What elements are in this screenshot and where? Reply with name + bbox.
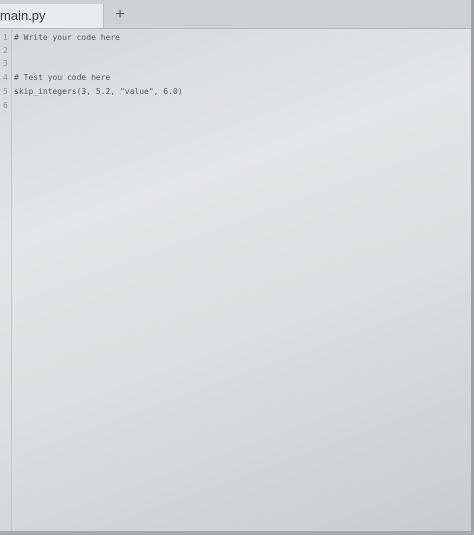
code-line[interactable]: 3 [0,57,470,70]
code-line[interactable]: 1 # Write your code here [0,31,470,44]
tab-label: main.py [0,8,46,23]
tab-main-py[interactable]: main.py [0,4,104,28]
code-editor[interactable]: 1 # Write your code here 2 3 4 # Test yo… [0,29,474,535]
line-number: 3 [3,59,8,68]
line-number: 6 [3,101,8,110]
code-text[interactable]: # Write your code here [14,31,120,44]
code-text[interactable]: # Test you code here [14,71,110,84]
code-line[interactable]: 2 [0,44,470,57]
code-line[interactable]: 6 [0,99,470,112]
line-number: 5 [3,87,8,96]
line-number: 4 [3,73,8,82]
line-number: 2 [3,46,8,55]
line-number: 1 [3,33,8,42]
code-line[interactable]: 4 # Test you code here [0,71,470,84]
window-edge-bottom [0,531,474,535]
tab-bar: main.py + [0,0,474,29]
editor-window: main.py + 1 # Write your code here 2 3 4… [0,0,474,535]
code-line[interactable]: 5 skip_integers(3, 5.2, "value", 6.0) [0,85,470,98]
code-text[interactable]: skip_integers(3, 5.2, "value", 6.0) [14,85,183,98]
add-tab-button[interactable]: + [110,4,130,26]
